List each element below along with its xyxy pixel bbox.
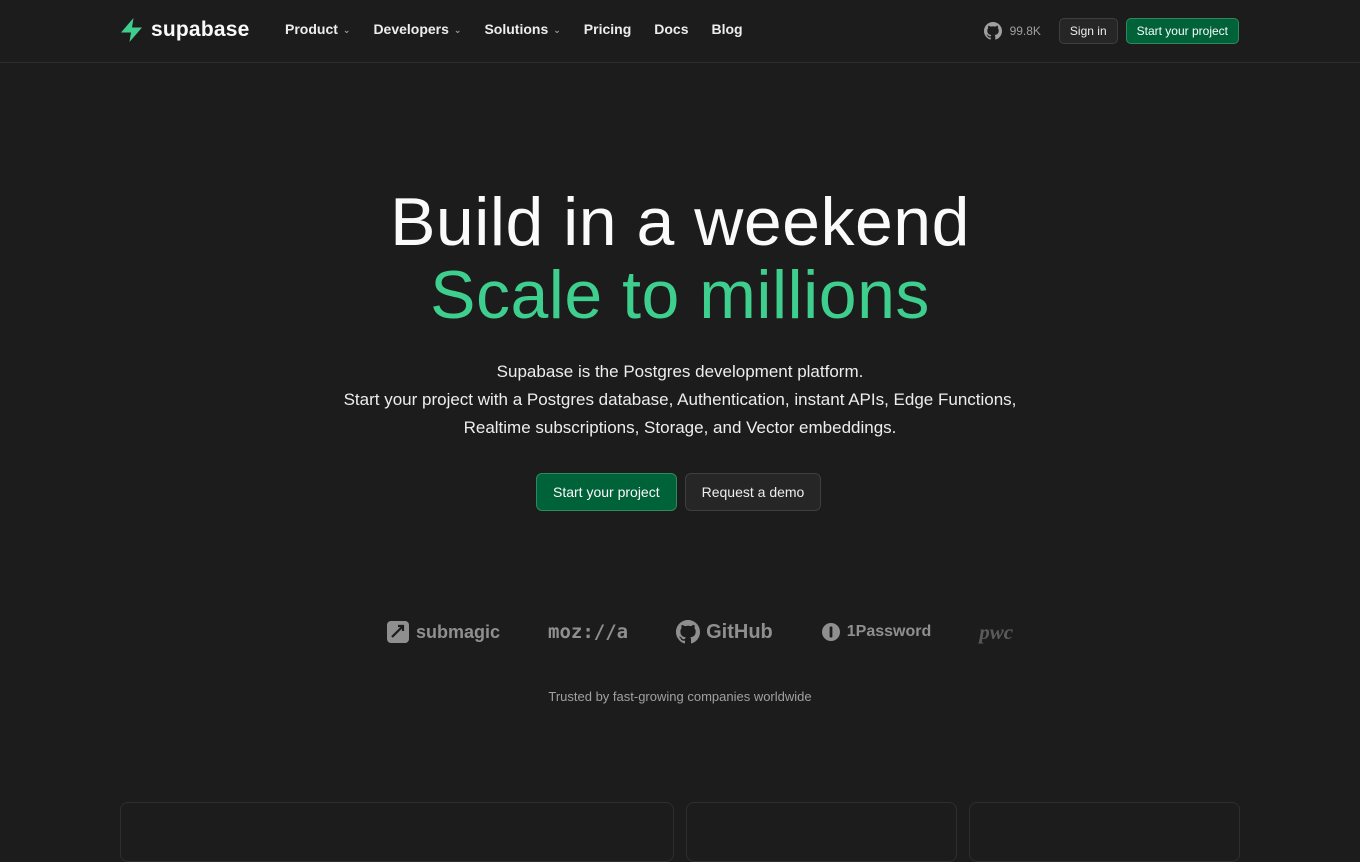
- menu-blog[interactable]: Blog: [712, 21, 743, 37]
- menu-pricing-label: Pricing: [583, 21, 632, 37]
- chevron-down-icon: ⌄: [553, 24, 561, 35]
- menu-docs[interactable]: Docs: [654, 21, 688, 37]
- submagic-logo: submagic: [386, 620, 500, 644]
- customer-logos: submagic moz://a GitHub 1Password pwc: [386, 614, 1016, 650]
- hero-title-line2: Scale to millions: [430, 257, 930, 333]
- supabase-logo[interactable]: supabase: [119, 17, 249, 43]
- chevron-down-icon: ⌄: [342, 24, 351, 35]
- hero-subtitle-line2: Start your project with a Postgres datab…: [343, 390, 1017, 437]
- menu-developers-label: Developers: [373, 21, 449, 37]
- submagic-icon: [387, 621, 409, 643]
- github-stars-link[interactable]: 99.8K: [983, 22, 1041, 40]
- menu-solutions[interactable]: Solutions ⌄: [484, 21, 560, 37]
- logo-text: supabase: [151, 18, 250, 41]
- menu-pricing[interactable]: Pricing: [584, 21, 631, 37]
- hero-subtitle: Supabase is the Postgres development pla…: [330, 358, 1030, 442]
- github-wordmark: GitHub: [706, 620, 773, 643]
- menu-blog-label: Blog: [711, 21, 743, 37]
- hero-title-line1: Build in a weekend: [390, 184, 970, 260]
- feature-card-database[interactable]: [120, 802, 674, 862]
- github-stars-count: 99.8K: [1009, 24, 1041, 38]
- github-logo: GitHub: [676, 620, 773, 644]
- feature-card-functions[interactable]: [969, 802, 1240, 862]
- 1password-logo: 1Password: [821, 622, 931, 642]
- menu-product-label: Product: [285, 21, 338, 37]
- hero-cta-group: Start your project Request a demo: [536, 473, 822, 511]
- 1password-wordmark: 1Password: [846, 623, 932, 640]
- github-octocat-icon: [676, 620, 701, 644]
- pwc-logo: pwc: [979, 620, 1013, 645]
- start-project-button[interactable]: Start your project: [536, 473, 677, 511]
- mozilla-logo: moz://a: [548, 621, 628, 643]
- mozilla-wordmark: moz://a: [548, 621, 629, 643]
- nav-start-project-button[interactable]: Start your project: [1125, 18, 1239, 44]
- submagic-wordmark: submagic: [416, 621, 501, 642]
- menu-docs-label: Docs: [654, 21, 689, 37]
- menu-developers[interactable]: Developers ⌄: [373, 21, 461, 37]
- 1password-icon: [821, 623, 840, 641]
- github-icon: [983, 22, 1002, 40]
- trusted-by-text: Trusted by fast-growing companies worldw…: [548, 689, 812, 704]
- request-demo-button[interactable]: Request a demo: [684, 473, 822, 511]
- main-menu: Product ⌄ Developers ⌄ Solutions ⌄ Prici…: [285, 21, 766, 37]
- top-nav: supabase Product ⌄ Developers ⌄ Solution…: [0, 0, 1360, 63]
- supabase-bolt-icon: [121, 18, 142, 42]
- hero-subtitle-line1: Supabase is the Postgres development pla…: [496, 362, 864, 381]
- menu-solutions-label: Solutions: [484, 21, 549, 37]
- menu-product[interactable]: Product ⌄: [285, 21, 350, 37]
- nav-actions: 99.8K Sign in Start your project: [983, 18, 1239, 44]
- sign-in-button[interactable]: Sign in: [1058, 18, 1118, 44]
- pwc-wordmark: pwc: [979, 619, 1014, 644]
- chevron-down-icon: ⌄: [453, 24, 462, 35]
- feature-card-auth[interactable]: [686, 802, 957, 862]
